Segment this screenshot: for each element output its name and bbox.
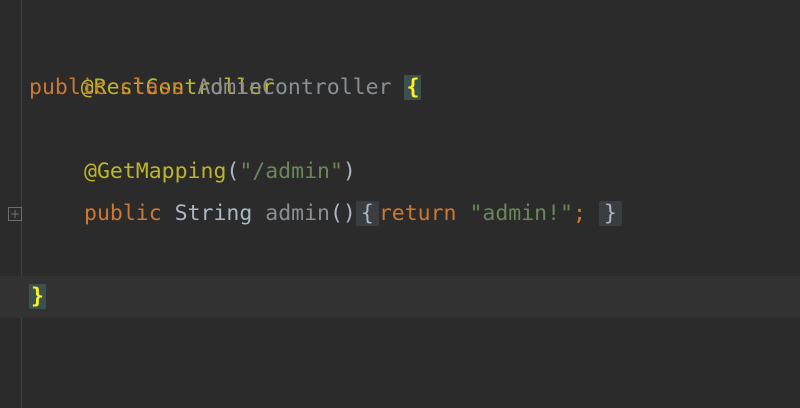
fold-expand-icon[interactable] xyxy=(8,207,22,221)
keyword-class: class xyxy=(119,75,185,100)
code-line-1[interactable]: @RestController xyxy=(0,25,800,100)
keyword-public: public xyxy=(29,75,107,100)
code-line-7-current[interactable]: } xyxy=(0,276,800,318)
folded-close-brace[interactable]: } xyxy=(598,201,622,226)
return-type: String xyxy=(174,201,253,226)
semicolon: ; xyxy=(573,201,586,226)
code-line-5[interactable]: public String admin(){return "admin!"; } xyxy=(0,193,800,235)
close-brace-highlighted: } xyxy=(29,284,46,309)
class-name: AdminController xyxy=(197,75,392,100)
paren-close: ) xyxy=(342,159,356,184)
method-name: admin xyxy=(265,201,330,226)
code-line-2[interactable]: public class AdminController { xyxy=(0,67,800,109)
return-value-string: "admin!" xyxy=(469,201,574,226)
keyword-public: public xyxy=(84,201,162,226)
folded-open-brace[interactable]: { xyxy=(355,201,379,226)
code-line-4[interactable]: @GetMapping("/admin") xyxy=(0,151,800,193)
method-parens: () xyxy=(329,201,356,226)
mapping-path-string: "/admin" xyxy=(239,159,343,184)
get-mapping-annotation: @GetMapping xyxy=(84,159,227,184)
open-brace-highlighted: { xyxy=(404,75,422,100)
keyword-return: return xyxy=(378,201,457,226)
paren-open: ( xyxy=(226,159,240,184)
